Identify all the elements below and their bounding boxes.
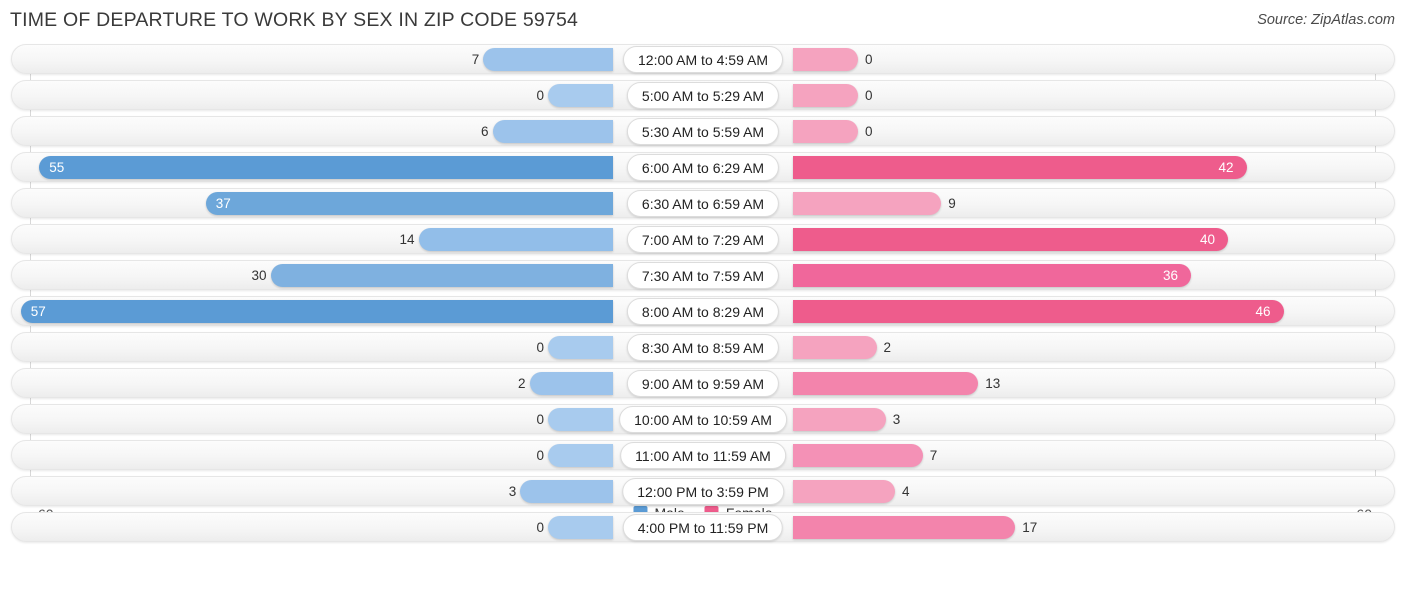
bar-male[interactable] [548,444,613,467]
bar-female[interactable] [793,48,858,71]
bar-value-female: 3 [892,412,901,427]
category-label: 6:30 AM to 6:59 AM [626,190,780,217]
bar-value-female: 9 [948,196,956,211]
bar-male[interactable] [520,480,613,503]
bar-value-male: 2 [517,376,526,391]
chart-header: TIME OF DEPARTURE TO WORK BY SEX IN ZIP … [0,0,1406,44]
bar-value-female: 2 [883,340,892,355]
category-label: 7:30 AM to 7:59 AM [626,262,780,289]
table-row[interactable]: 0 7 11:00 AM to 11:59 AM [11,440,1395,470]
bar-female[interactable] [793,516,1016,539]
table-row[interactable]: 14 40 7:00 AM to 7:29 AM [11,224,1395,254]
bar-male[interactable] [205,192,613,215]
table-row[interactable]: 0 3 10:00 AM to 10:59 AM [11,404,1395,434]
bar-value-male: 7 [471,52,480,67]
source-attribution: Source: ZipAtlas.com [1257,12,1395,28]
bar-value-male: 6 [480,124,489,139]
bar-male[interactable] [418,228,613,251]
chart-plot-area: 7 0 12:00 AM to 4:59 AM 0 0 5:00 AM to 5:29 A… [0,44,1406,542]
category-label: 6:00 AM to 6:29 AM [626,154,780,181]
bar-female[interactable] [793,120,858,143]
bar-value-female: 0 [865,88,873,103]
page-title: TIME OF DEPARTURE TO WORK BY SEX IN ZIP … [10,9,579,31]
bar-male[interactable] [548,516,613,539]
table-row[interactable]: 0 17 4:00 PM to 11:59 PM [11,512,1395,542]
table-row[interactable]: 3 4 12:00 PM to 3:59 PM [11,476,1395,506]
category-label: 10:00 AM to 10:59 AM [619,406,787,433]
bar-male[interactable] [548,84,613,107]
bar-value-female: 46 [1255,304,1271,319]
bar-value-male: 0 [536,340,544,355]
bar-value-male: 55 [49,160,65,175]
table-row[interactable]: 6 0 5:30 AM to 5:59 AM [11,116,1395,146]
bar-value-male: 0 [536,88,544,103]
bar-value-female: 40 [1200,232,1216,247]
category-label: 9:00 AM to 9:59 AM [626,370,780,397]
bar-male[interactable] [39,156,613,179]
bar-male[interactable] [548,408,613,431]
bar-value-male: 0 [536,520,544,535]
table-row[interactable]: 30 36 7:30 AM to 7:59 AM [11,260,1395,290]
category-label: 7:00 AM to 7:29 AM [626,226,780,253]
bar-male[interactable] [548,336,613,359]
bar-female[interactable] [793,264,1191,287]
bar-value-male: 14 [399,232,415,247]
bar-male[interactable] [492,120,613,143]
category-label: 12:00 PM to 3:59 PM [622,478,784,505]
bar-female[interactable] [793,372,979,395]
table-row[interactable]: 37 9 6:30 AM to 6:59 AM [11,188,1395,218]
bar-male[interactable] [483,48,613,71]
bar-value-female: 36 [1163,268,1179,283]
table-row[interactable]: 57 46 8:00 AM to 8:29 AM [11,296,1395,326]
bar-value-male: 0 [536,412,544,427]
bar-female[interactable] [793,480,895,503]
bar-value-female: 17 [1022,520,1038,535]
bar-value-male: 3 [508,484,517,499]
bar-female[interactable] [793,84,858,107]
bar-female[interactable] [793,228,1228,251]
table-row[interactable]: 7 0 12:00 AM to 4:59 AM [11,44,1395,74]
bar-value-female: 42 [1218,160,1234,175]
bar-male[interactable] [529,372,613,395]
bar-value-male: 57 [30,304,46,319]
category-label: 4:00 PM to 11:59 PM [622,514,784,541]
bar-value-female: 7 [929,448,938,463]
bar-female[interactable] [793,192,942,215]
table-row[interactable]: 0 0 5:00 AM to 5:29 AM [11,80,1395,110]
bar-female[interactable] [793,444,923,467]
bar-value-female: 4 [902,484,910,499]
table-row[interactable]: 0 2 8:30 AM to 8:59 AM [11,332,1395,362]
table-row[interactable]: 2 13 9:00 AM to 9:59 AM [11,368,1395,398]
bar-value-male: 37 [215,196,231,211]
category-label: 5:00 AM to 5:29 AM [626,82,780,109]
bar-female[interactable] [793,300,1284,323]
bar-male[interactable] [270,264,613,287]
category-label: 8:00 AM to 8:29 AM [626,298,780,325]
bar-male[interactable] [20,300,613,323]
bar-female[interactable] [793,336,877,359]
bar-value-female: 13 [985,376,1001,391]
bar-female[interactable] [793,408,886,431]
category-label: 8:30 AM to 8:59 AM [626,334,780,361]
bar-female[interactable] [793,156,1247,179]
bar-rows: 7 0 12:00 AM to 4:59 AM 0 0 5:00 AM to 5:29 A… [0,44,1406,548]
bar-value-female: 0 [865,52,873,67]
table-row[interactable]: 55 42 6:00 AM to 6:29 AM [11,152,1395,182]
category-label: 11:00 AM to 11:59 AM [620,442,786,469]
bar-value-male: 0 [536,448,544,463]
bar-value-female: 0 [865,124,873,139]
category-label: 5:30 AM to 5:59 AM [626,118,780,145]
category-label: 12:00 AM to 4:59 AM [623,46,783,73]
bar-value-male: 30 [251,268,267,283]
